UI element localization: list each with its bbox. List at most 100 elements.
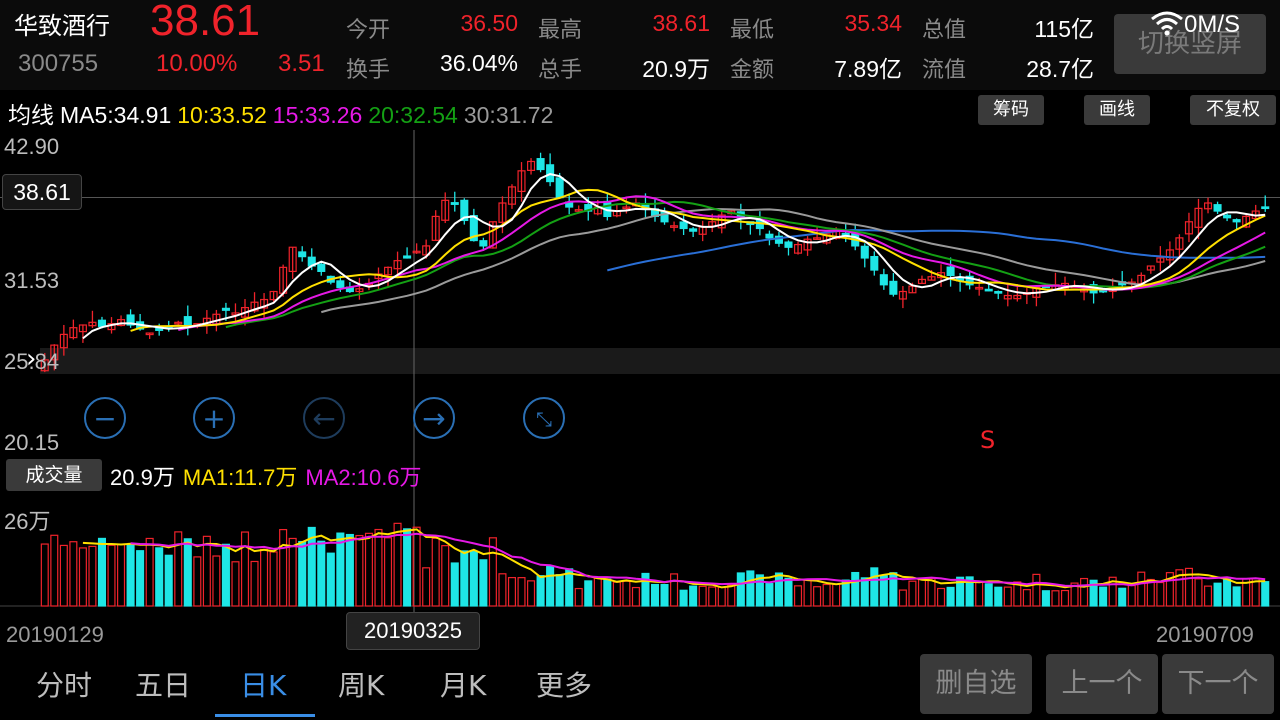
candle-body: [946, 266, 955, 277]
volume-bar: [260, 548, 269, 607]
volume-bar: [88, 545, 97, 607]
ma20-line: [225, 200, 1266, 329]
volume-bar: [1213, 582, 1222, 607]
tab-more[interactable]: 更多: [536, 664, 592, 704]
volume-bar: [1127, 584, 1136, 607]
volume-bar: [117, 543, 126, 607]
price-axis-bottom: 20.15: [4, 430, 60, 455]
expand-arrow-icon[interactable]: ›: [26, 344, 36, 374]
price-band: [40, 348, 1280, 374]
candle-body: [994, 290, 1003, 294]
volume-bar: [1223, 578, 1232, 607]
scroll-right-icon[interactable]: →: [413, 397, 455, 439]
candle-body: [689, 228, 698, 232]
volume-bar: [250, 560, 259, 607]
candle-body: [1261, 206, 1270, 210]
candle-body: [1232, 219, 1241, 223]
volume-bar: [698, 585, 707, 607]
volume-bar: [670, 573, 679, 607]
volume-bar: [555, 574, 564, 607]
volume-bar: [517, 577, 526, 607]
volume-bar: [460, 550, 469, 607]
previous-stock-button[interactable]: 上一个: [1046, 654, 1158, 714]
tab-weekly-k[interactable]: 周K: [338, 664, 384, 704]
volume-bar: [1118, 587, 1127, 607]
volume-bar: [231, 561, 240, 607]
volume-bar: [679, 589, 688, 607]
volume-bar: [536, 575, 545, 607]
volume-ma1: MA1:11.7万: [182, 465, 298, 490]
next-stock-button[interactable]: 下一个: [1162, 654, 1274, 714]
sell-signal-marker: S: [980, 426, 996, 454]
volume-bar: [736, 572, 745, 607]
volume-bar: [917, 578, 927, 607]
price-axis-current: 38.61: [2, 174, 82, 210]
volume-bar: [689, 585, 698, 607]
volume-bar: [870, 567, 879, 607]
volume-bar: [727, 584, 736, 607]
tab-monthly-k[interactable]: 月K: [440, 664, 486, 704]
volume-bar: [1232, 586, 1241, 607]
volume-bar: [803, 579, 812, 607]
volume-bar: [1203, 585, 1213, 607]
volume-bar: [650, 583, 660, 607]
volume-bar: [126, 543, 135, 607]
volume-bar: [498, 573, 507, 607]
candle-body: [1213, 204, 1222, 212]
volume-bar: [946, 586, 955, 607]
candle-body: [403, 255, 412, 259]
volume-bar: [1003, 586, 1012, 607]
scroll-left-icon[interactable]: ←: [303, 397, 345, 439]
volume-bar: [1060, 589, 1070, 607]
volume-bar: [774, 572, 783, 607]
delete-watchlist-button[interactable]: 删自选: [920, 654, 1032, 714]
volume-bar: [612, 581, 621, 607]
volume-bar: [546, 566, 555, 607]
candle-body: [765, 233, 774, 239]
tab-daily-k[interactable]: 日K: [240, 664, 286, 704]
volume-bar: [937, 587, 946, 607]
volume-bar: [193, 556, 202, 607]
volume-bar: [765, 583, 774, 607]
volume-bar: [1080, 577, 1089, 607]
candle-body: [183, 316, 192, 326]
candle-body: [984, 288, 993, 292]
candle-body: [555, 177, 564, 199]
volume-bar: [832, 583, 841, 607]
zoom-in-icon[interactable]: +: [193, 397, 235, 439]
candle-body: [870, 255, 879, 271]
volume-bar: [107, 544, 116, 607]
volume-bar: [69, 541, 78, 607]
volume-bar: [813, 586, 822, 607]
candle-body: [479, 240, 488, 247]
tab-intraday[interactable]: 分时: [36, 664, 92, 704]
volume-bar: [374, 528, 383, 607]
volume-bar: [860, 577, 869, 607]
volume-bar: [136, 550, 145, 607]
volume-bar: [1156, 581, 1165, 607]
volume-bar: [155, 547, 164, 607]
tab-five-day[interactable]: 五日: [135, 664, 191, 704]
candle-body: [298, 251, 307, 258]
candle-body: [97, 319, 107, 327]
volume-bar: [593, 577, 602, 607]
volume-bar: [450, 562, 459, 607]
volume-ma2: MA2:10.6万: [305, 465, 422, 490]
kline-chart[interactable]: [0, 0, 1280, 720]
candle-body: [1099, 289, 1108, 293]
volume-bar: [469, 550, 478, 607]
candle-body: [860, 245, 869, 259]
volume-bar: [584, 580, 593, 607]
active-tab-indicator: [215, 714, 315, 717]
volume-bar: [793, 585, 803, 607]
fit-screen-icon[interactable]: ⤡: [523, 397, 565, 439]
volume-indicator-button[interactable]: 成交量: [6, 459, 102, 491]
cursor-date: 20190325: [346, 612, 480, 650]
candle-body: [784, 241, 793, 248]
zoom-out-icon[interactable]: −: [84, 397, 126, 439]
price-axis-top: 42.90: [4, 134, 60, 159]
volume-bar: [441, 545, 450, 607]
volume-bar: [908, 580, 917, 607]
candle-body: [679, 221, 688, 230]
volume-bar: [1261, 581, 1270, 607]
